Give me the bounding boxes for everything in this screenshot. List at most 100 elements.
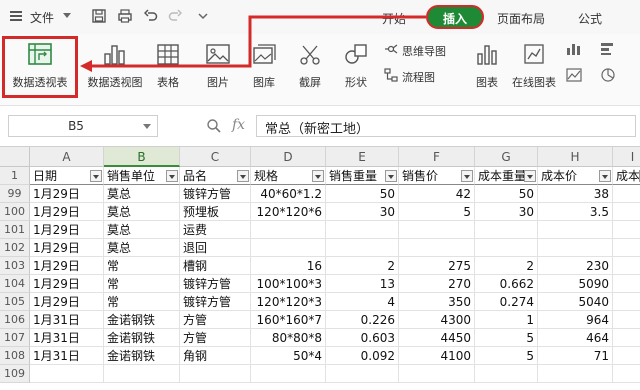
row-header[interactable]: 107 xyxy=(0,329,30,347)
table-cell[interactable]: 4300 xyxy=(399,311,475,329)
row-header[interactable]: 1 xyxy=(0,167,30,185)
table-cell[interactable] xyxy=(251,239,326,257)
table-cell[interactable] xyxy=(399,239,475,257)
table-cell[interactable]: 160*160*7 xyxy=(251,311,326,329)
menu-icon[interactable] xyxy=(10,11,22,21)
table-cell[interactable] xyxy=(538,221,613,239)
table-cell[interactable]: 270 xyxy=(399,275,475,293)
table-cell[interactable]: 1月29日 xyxy=(30,239,104,257)
column-header-e[interactable]: E xyxy=(326,147,399,167)
table-cell[interactable] xyxy=(613,239,640,257)
table-cell[interactable] xyxy=(613,311,640,329)
table-cell[interactable] xyxy=(613,185,640,203)
column-header-h[interactable]: H xyxy=(538,147,613,167)
bar-chart-horizontal-icon[interactable] xyxy=(600,42,618,56)
column-chart-icon[interactable] xyxy=(566,42,584,56)
print-icon[interactable] xyxy=(118,9,132,23)
row-header[interactable]: 99 xyxy=(0,185,30,203)
table-cell[interactable]: 1月31日 xyxy=(30,329,104,347)
row-header[interactable]: 105 xyxy=(0,293,30,311)
table-cell[interactable]: 5 xyxy=(475,347,538,365)
table-cell[interactable]: 常 xyxy=(104,293,180,311)
chevron-down-icon[interactable] xyxy=(143,124,151,129)
table-cell[interactable]: 5 xyxy=(475,329,538,347)
table-cell[interactable]: 4100 xyxy=(399,347,475,365)
table-cell[interactable]: 71 xyxy=(538,347,613,365)
table-button[interactable]: 表格 xyxy=(152,38,184,98)
formula-input[interactable]: 常总（新密工地） xyxy=(256,115,636,137)
table-cell[interactable]: 镀锌方管 xyxy=(180,185,251,203)
table-cell[interactable]: 方管 xyxy=(180,329,251,347)
flowchart-button[interactable]: 流程图 xyxy=(402,69,435,85)
table-cell[interactable]: 5090 xyxy=(538,275,613,293)
table-cell[interactable]: 1月29日 xyxy=(30,275,104,293)
table-cell[interactable]: 金诺钢铁 xyxy=(104,329,180,347)
table-cell[interactable] xyxy=(326,221,399,239)
column-title-cell[interactable]: 成本重量 xyxy=(475,167,538,185)
table-cell[interactable]: 0.274 xyxy=(475,293,538,311)
column-title-cell[interactable]: 品名 xyxy=(180,167,251,185)
file-menu[interactable]: 文件 xyxy=(30,9,54,26)
row-header[interactable]: 102 xyxy=(0,239,30,257)
chevron-down-icon[interactable] xyxy=(63,13,71,18)
table-cell[interactable]: 槽钢 xyxy=(180,257,251,275)
table-cell[interactable]: 50 xyxy=(475,185,538,203)
tab-home[interactable]: 开始 xyxy=(382,10,406,27)
table-cell[interactable]: 1月31日 xyxy=(30,347,104,365)
table-cell[interactable]: 964 xyxy=(538,311,613,329)
table-cell[interactable]: 方管 xyxy=(180,311,251,329)
tab-page-layout[interactable]: 页面布局 xyxy=(497,10,545,27)
tab-insert[interactable]: 插入 xyxy=(426,5,484,29)
filter-dropdown-icon[interactable] xyxy=(312,170,324,182)
table-cell[interactable]: 0.662 xyxy=(475,275,538,293)
table-cell[interactable]: 运费 xyxy=(180,221,251,239)
table-cell[interactable]: 3 xyxy=(613,275,640,293)
table-cell[interactable]: 100*100*3 xyxy=(251,275,326,293)
table-cell[interactable]: 镀锌方管 xyxy=(180,293,251,311)
row-header[interactable]: 109 xyxy=(0,365,30,383)
table-cell[interactable] xyxy=(613,329,640,347)
table-cell[interactable]: 13 xyxy=(326,275,399,293)
table-cell[interactable]: 1月29日 xyxy=(30,293,104,311)
table-cell[interactable]: 常 xyxy=(104,257,180,275)
column-title-cell[interactable]: 销售价 xyxy=(399,167,475,185)
online-chart-button[interactable]: 在线图表 xyxy=(508,38,560,98)
table-cell[interactable]: 5040 xyxy=(538,293,613,311)
table-cell[interactable]: 0.092 xyxy=(326,347,399,365)
table-cell[interactable] xyxy=(475,365,538,383)
table-cell[interactable] xyxy=(251,365,326,383)
table-cell[interactable]: 1 xyxy=(613,293,640,311)
table-cell[interactable]: 金诺钢铁 xyxy=(104,347,180,365)
redo-icon[interactable] xyxy=(168,9,182,23)
shapes-button[interactable]: 形状 xyxy=(336,38,376,98)
table-cell[interactable] xyxy=(613,347,640,365)
table-cell[interactable] xyxy=(30,365,104,383)
table-cell[interactable]: 金诺钢铁 xyxy=(104,311,180,329)
table-cell[interactable] xyxy=(538,239,613,257)
table-cell[interactable] xyxy=(399,221,475,239)
column-header-i[interactable]: I xyxy=(613,147,640,167)
column-header-c[interactable]: C xyxy=(180,147,251,167)
table-cell[interactable]: 4 xyxy=(326,293,399,311)
column-header-g[interactable]: G xyxy=(475,147,538,167)
table-cell[interactable] xyxy=(613,203,640,221)
table-cell[interactable] xyxy=(104,365,180,383)
table-cell[interactable] xyxy=(475,221,538,239)
fx-icon[interactable]: fx xyxy=(232,117,245,133)
screenshot-button[interactable]: 截屏 xyxy=(290,38,330,98)
table-cell[interactable] xyxy=(613,365,640,383)
table-cell[interactable]: 莫总 xyxy=(104,185,180,203)
column-header-b[interactable]: B xyxy=(104,147,180,167)
filter-dropdown-icon[interactable] xyxy=(461,170,473,182)
column-header-f[interactable]: F xyxy=(399,147,475,167)
table-cell[interactable] xyxy=(613,221,640,239)
table-cell[interactable]: 1月29日 xyxy=(30,203,104,221)
table-cell[interactable]: 角钢 xyxy=(180,347,251,365)
filter-dropdown-icon[interactable] xyxy=(599,170,611,182)
column-header-a[interactable]: A xyxy=(30,147,104,167)
filter-dropdown-icon[interactable] xyxy=(237,170,249,182)
table-cell[interactable]: 3.5 xyxy=(538,203,613,221)
row-header[interactable]: 101 xyxy=(0,221,30,239)
table-cell[interactable]: 30 xyxy=(475,203,538,221)
table-cell[interactable]: 1 xyxy=(475,311,538,329)
